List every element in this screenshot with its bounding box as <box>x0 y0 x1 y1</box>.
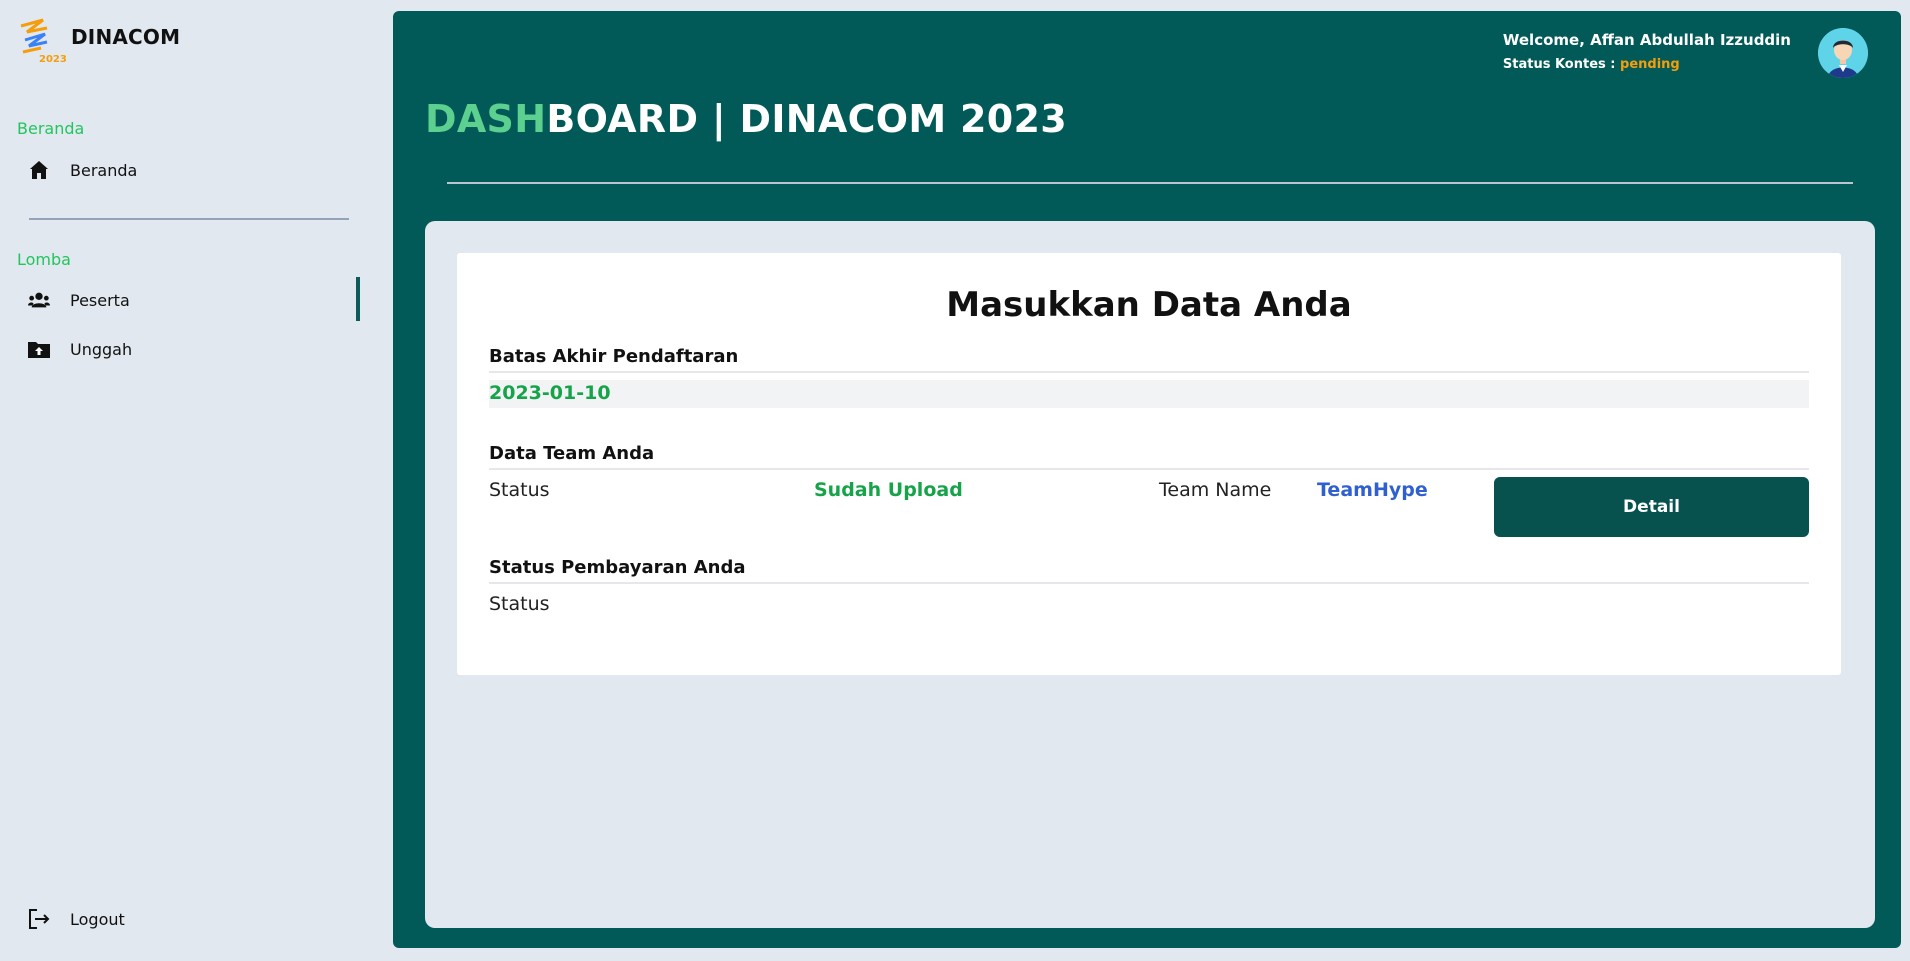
sidebar: 2023 DINACOM Beranda Beranda Lomba Peser… <box>0 0 393 961</box>
team-status-label: Status <box>489 479 550 501</box>
contest-status-value: pending <box>1620 57 1680 72</box>
user-welcome: Welcome, Affan Abdullah Izzuddin Status … <box>1503 31 1791 72</box>
sidebar-item-beranda[interactable]: Beranda <box>28 155 360 185</box>
folder-upload-icon <box>28 338 50 360</box>
team-heading: Data Team Anda <box>489 443 1809 470</box>
team-name-label: Team Name <box>1159 479 1272 501</box>
deadline-value: 2023-01-10 <box>489 380 1809 408</box>
brand[interactable]: 2023 DINACOM <box>17 18 181 65</box>
sidebar-item-label: Beranda <box>70 160 138 180</box>
sidebar-item-label: Unggah <box>70 339 133 359</box>
payment-status-label: Status <box>489 593 550 615</box>
team-status-value: Sudah Upload <box>814 479 963 501</box>
welcome-text: Welcome, Affan Abdullah Izzuddin <box>1502 31 1791 49</box>
card-title: Masukkan Data Anda <box>946 285 1352 325</box>
avatar[interactable] <box>1818 28 1868 78</box>
page-title-accent: DASH <box>425 97 547 141</box>
detail-button[interactable]: Detail <box>1494 477 1809 537</box>
logout-button[interactable]: Logout <box>28 904 360 934</box>
sidebar-divider <box>29 218 349 220</box>
section-label-lomba: Lomba <box>17 250 71 269</box>
users-icon <box>28 289 50 311</box>
team-name-value: TeamHype <box>1317 479 1428 501</box>
page-title-rest: BOARD | DINACOM 2023 <box>546 97 1068 141</box>
contest-status: Status Kontes : pending <box>1503 57 1791 72</box>
svg-text:2023: 2023 <box>39 54 67 64</box>
sidebar-item-peserta[interactable]: Peserta <box>28 277 360 321</box>
logout-icon <box>28 908 50 930</box>
sidebar-item-unggah[interactable]: Unggah <box>28 334 360 364</box>
brand-name: DINACOM <box>71 25 181 49</box>
sidebar-item-label: Peserta <box>70 290 130 310</box>
section-label-beranda: Beranda <box>17 119 85 138</box>
payment-heading: Status Pembayaran Anda <box>489 557 1809 584</box>
page-title: DASHBOARD | DINACOM 2023 <box>425 97 1067 141</box>
deadline-heading: Batas Akhir Pendaftaran <box>489 346 1809 373</box>
contest-status-label: Status Kontes : <box>1502 57 1616 72</box>
logout-label: Logout <box>70 909 125 929</box>
home-icon <box>28 159 50 181</box>
content-area: Masukkan Data Anda Batas Akhir Pendaftar… <box>425 221 1875 928</box>
main-panel: Welcome, Affan Abdullah Izzuddin Status … <box>393 11 1901 948</box>
dinacom-logo: 2023 <box>17 18 67 65</box>
data-card: Masukkan Data Anda Batas Akhir Pendaftar… <box>457 253 1841 675</box>
header-divider <box>447 182 1853 184</box>
